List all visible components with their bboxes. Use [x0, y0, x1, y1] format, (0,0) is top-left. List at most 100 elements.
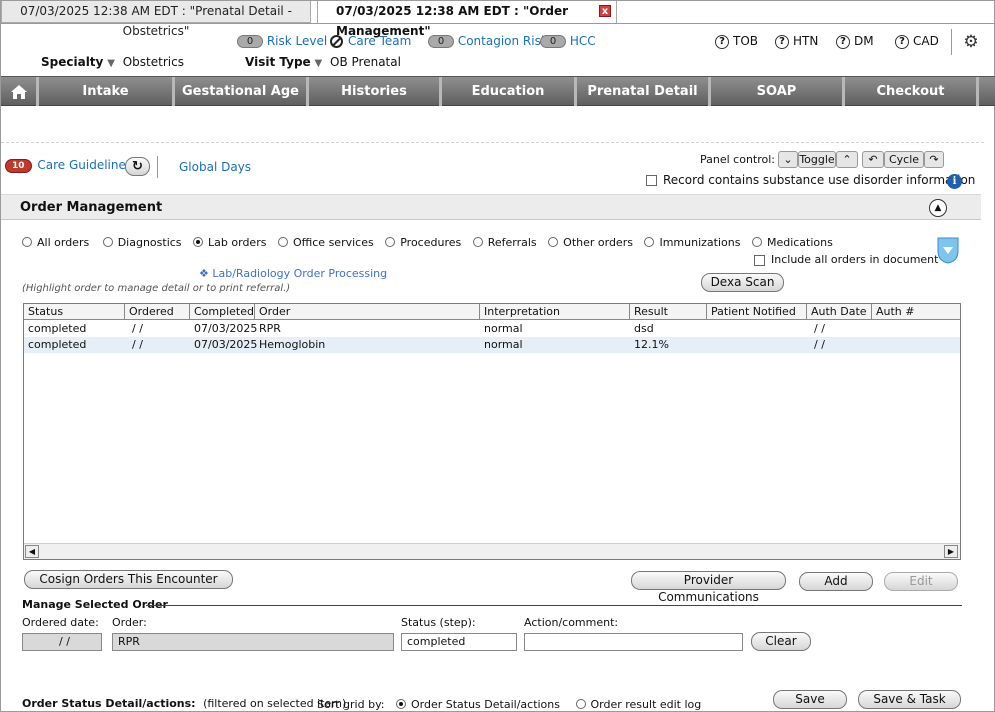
dexa-scan-button[interactable]: Dexa Scan — [701, 273, 784, 292]
cell-patient-notified — [707, 337, 711, 353]
specialty-selector[interactable]: Specialty ▼ Obstetrics — [41, 55, 184, 69]
cell-result: 12.1% — [634, 338, 669, 351]
col-order[interactable]: Order — [255, 304, 480, 320]
nav-prenatal-detail[interactable]: Prenatal Detail — [577, 77, 711, 106]
col-completed[interactable]: Completed — [190, 304, 255, 320]
nav-soap[interactable]: SOAP — [711, 77, 845, 106]
table-row[interactable]: completed / / 07/03/2025 Hemoglobin norm… — [24, 337, 960, 353]
close-tab-icon[interactable]: x — [599, 5, 611, 17]
status-step-label: Status (step): — [401, 616, 476, 629]
filter-immunizations[interactable]: Immunizations — [644, 236, 740, 249]
filter-office-services[interactable]: Office services — [277, 236, 374, 249]
nav-histories[interactable]: Histories — [309, 77, 442, 106]
cell-auth-number — [872, 337, 876, 353]
section-header: Order Management ▲ — [1, 194, 981, 220]
filter-procedures[interactable]: Procedures — [385, 236, 461, 249]
risk-level-link[interactable]: 0 Risk Level — [237, 34, 327, 48]
hcc-link[interactable]: 0 HCC — [540, 34, 596, 48]
dm-indicator[interactable]: ? DM — [836, 34, 874, 49]
cad-label: CAD — [913, 34, 939, 48]
cycle-button[interactable]: Cycle — [884, 151, 924, 168]
sort-edit-log-radio[interactable]: Order result edit log — [575, 698, 701, 711]
lab-processing-link[interactable]: ❖ Lab/Radiology Order Processing — [199, 267, 387, 280]
help-icon: ? — [895, 34, 909, 49]
cell-completed: 07/03/2025 — [194, 338, 258, 351]
order-field[interactable]: RPR — [112, 633, 394, 651]
info-icon[interactable]: i — [947, 174, 962, 189]
nav-gestational-age[interactable]: Gestational Age — [175, 77, 309, 106]
substance-use-checkbox[interactable]: Record contains substance use disorder i… — [646, 173, 975, 187]
col-auth-number[interactable]: Auth # — [872, 304, 960, 320]
risk-level-label: Risk Level — [266, 34, 328, 48]
orders-grid: Status Ordered Completed Order Interpret… — [23, 303, 961, 560]
dropdown-shield-icon[interactable] — [937, 237, 959, 264]
add-button[interactable]: Add — [799, 572, 873, 591]
visit-type-value: OB Prenatal — [330, 55, 401, 69]
workflow-nav: Intake Gestational Age Histories Educati… — [1, 76, 995, 106]
col-result[interactable]: Result — [630, 304, 707, 320]
contagion-risk-count: 0 — [428, 35, 454, 48]
col-interpretation[interactable]: Interpretation — [480, 304, 630, 320]
global-days-link[interactable]: Global Days — [179, 160, 251, 174]
col-auth-date[interactable]: Auth Date — [807, 304, 872, 320]
cell-ordered: / / — [132, 338, 143, 351]
htn-indicator[interactable]: ? HTN — [775, 34, 818, 49]
care-team-label: Care Team — [348, 34, 412, 48]
cell-order: Hemoglobin — [259, 338, 326, 351]
toggle-button[interactable]: Toggle — [798, 151, 836, 168]
tab-label: 07/03/2025 12:38 AM EDT : "Order Managem… — [336, 4, 569, 38]
cad-indicator[interactable]: ? CAD — [895, 34, 939, 49]
guidelines-count-badge: 10 — [5, 158, 32, 173]
help-icon: ? — [775, 34, 789, 49]
tob-label: TOB — [733, 34, 759, 48]
filter-all-orders[interactable]: All orders — [22, 236, 89, 249]
filter-referrals[interactable]: Referrals — [472, 236, 537, 249]
horizontal-scrollbar[interactable]: ◀ ▶ — [24, 543, 960, 559]
col-ordered[interactable]: Ordered — [125, 304, 190, 320]
redo-icon[interactable]: ↷ — [924, 151, 944, 168]
scroll-left-icon[interactable]: ◀ — [25, 545, 39, 558]
cell-order: RPR — [259, 322, 281, 335]
sort-status-detail-radio[interactable]: Order Status Detail/actions — [395, 698, 560, 711]
nav-checkout[interactable]: Checkout — [845, 77, 979, 106]
save-button[interactable]: Save — [773, 690, 847, 709]
chevron-down-icon: ▼ — [314, 58, 323, 69]
action-comment-input[interactable] — [524, 633, 743, 651]
include-all-label: Include all orders in document — [771, 253, 939, 266]
provider-communications-button[interactable]: Provider Communications — [631, 571, 786, 604]
home-icon[interactable] — [1, 77, 39, 106]
clear-button[interactable]: Clear — [751, 632, 811, 651]
panel-control-label: Panel control: — [700, 153, 776, 166]
nav-education[interactable]: Education — [442, 77, 577, 106]
include-all-orders-checkbox[interactable]: Include all orders in document — [754, 253, 938, 266]
contagion-risk-link[interactable]: 0 Contagion Risk — [428, 34, 548, 48]
ordered-date-field[interactable]: / / — [22, 633, 102, 651]
filter-lab-orders[interactable]: Lab orders — [193, 236, 266, 249]
settings-gear-icon[interactable]: ⚙ — [961, 32, 981, 52]
nav-intake[interactable]: Intake — [39, 77, 175, 106]
expand-down-icon[interactable]: ⌄ — [778, 151, 798, 168]
status-step-field[interactable]: completed — [401, 633, 517, 651]
care-guidelines-link[interactable]: 10 Care Guidelines — [5, 158, 132, 173]
care-team-link[interactable]: Care Team — [330, 34, 411, 48]
collapse-section-icon[interactable]: ▲ — [929, 199, 947, 217]
tob-indicator[interactable]: ? TOB — [715, 34, 758, 49]
tab-order-management[interactable]: 07/03/2025 12:38 AM EDT : "Order Managem… — [317, 1, 617, 38]
tab-prenatal-detail[interactable]: 07/03/2025 12:38 AM EDT : "Prenatal Deta… — [1, 1, 311, 38]
filter-diagnostics[interactable]: Diagnostics — [102, 236, 182, 249]
table-row[interactable]: completed / / 07/03/2025 RPR normal dsd … — [24, 321, 960, 337]
refresh-icon[interactable]: ↻ — [125, 157, 150, 176]
filter-other-orders[interactable]: Other orders — [548, 236, 633, 249]
col-patient-notified[interactable]: Patient Notified — [707, 304, 807, 320]
visit-type-selector[interactable]: Visit Type ▼ OB Prenatal — [245, 55, 401, 69]
filter-medications[interactable]: Medications — [751, 236, 833, 249]
collapse-up-icon[interactable]: ⌃ — [836, 151, 858, 168]
dm-label: DM — [854, 34, 874, 48]
scroll-right-icon[interactable]: ▶ — [944, 545, 958, 558]
col-status[interactable]: Status — [24, 304, 125, 320]
save-and-task-button[interactable]: Save & Task — [858, 690, 961, 709]
cosign-orders-button[interactable]: Cosign Orders This Encounter — [24, 570, 233, 589]
edit-button[interactable]: Edit — [884, 572, 958, 591]
hcc-count: 0 — [540, 35, 566, 48]
undo-icon[interactable]: ↶ — [862, 151, 884, 168]
